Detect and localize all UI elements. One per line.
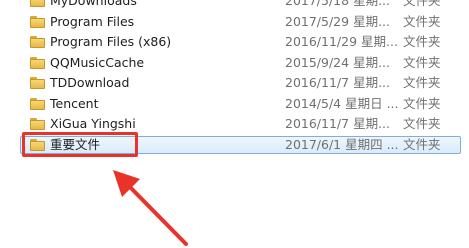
red-arrow-annotation: [113, 170, 188, 246]
